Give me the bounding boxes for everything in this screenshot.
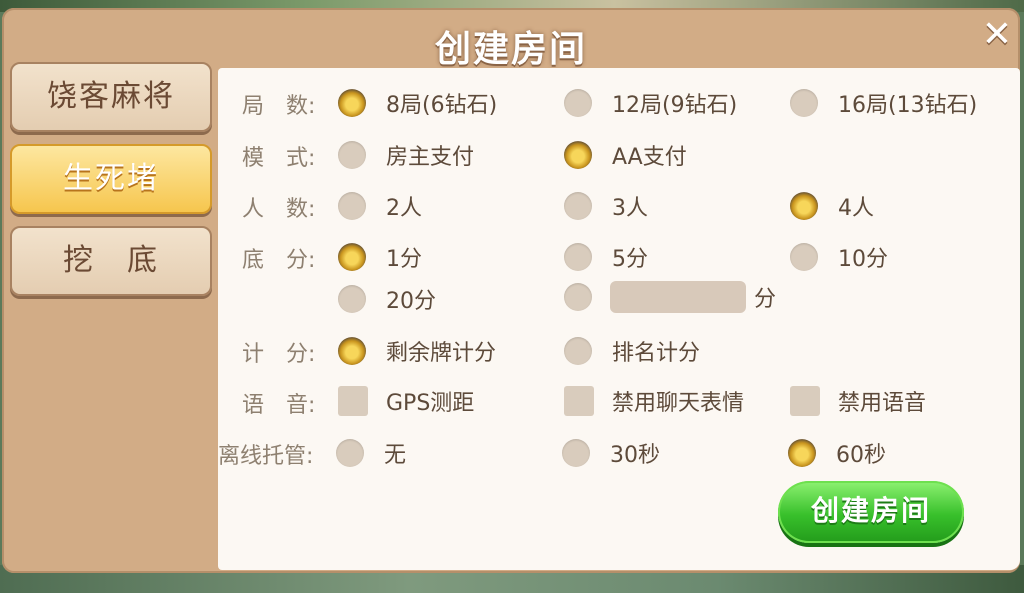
radio-icon [338, 285, 366, 313]
players-option-4[interactable]: 4人 [790, 190, 874, 222]
option-label: 10分 [838, 247, 888, 272]
radio-selected-icon [338, 89, 366, 117]
radio-icon [564, 337, 592, 365]
custom-score-unit: 分 [754, 287, 777, 312]
option-label: 30秒 [610, 443, 660, 468]
voice-option-gps[interactable]: GPS测距 [338, 385, 474, 417]
option-label: 1分 [386, 247, 422, 272]
option-label: GPS测距 [386, 391, 475, 416]
rounds-option-16[interactable]: 16局(13钻石) [790, 87, 977, 119]
radio-icon [564, 192, 592, 220]
radio-icon [564, 283, 592, 311]
radio-icon [564, 89, 592, 117]
option-label: 4人 [838, 196, 874, 221]
radio-selected-icon [790, 192, 818, 220]
option-label: 16局(13钻石) [838, 93, 978, 118]
mode-label: 模 式: [242, 146, 316, 171]
option-label: 3人 [612, 196, 648, 221]
rounds-option-12[interactable]: 12局(9钻石) [564, 87, 737, 119]
option-label: 2人 [386, 196, 422, 221]
option-label: 5分 [612, 247, 648, 272]
base-option-1[interactable]: 1分 [338, 241, 422, 273]
voice-label: 语 音: [242, 393, 316, 418]
radio-selected-icon [338, 337, 366, 365]
radio-icon [790, 89, 818, 117]
scoring-label: 计 分: [242, 342, 316, 367]
option-label: AA支付 [612, 145, 687, 170]
tab-wadi[interactable]: 挖 底 [10, 226, 212, 296]
checkbox-icon [338, 386, 368, 416]
base-option-10[interactable]: 10分 [790, 241, 888, 273]
rounds-option-8[interactable]: 8局(6钻石) [338, 87, 497, 119]
base-option-20[interactable]: 20分 [338, 283, 436, 315]
base-score-label: 底 分: [242, 248, 316, 273]
radio-selected-icon [788, 439, 816, 467]
close-icon[interactable]: ✕ [980, 17, 1014, 53]
option-label: 无 [384, 443, 407, 468]
players-option-2[interactable]: 2人 [338, 190, 422, 222]
offline-label: 离线托管: [218, 444, 314, 469]
radio-icon [790, 243, 818, 271]
radio-icon [562, 439, 590, 467]
option-label: 60秒 [836, 443, 886, 468]
option-label: 8局(6钻石) [386, 93, 498, 118]
option-label: 禁用语音 [838, 391, 927, 416]
checkbox-icon [564, 386, 594, 416]
option-label: 禁用聊天表情 [612, 391, 745, 416]
option-label: 剩余牌计分 [386, 341, 497, 366]
option-label: 房主支付 [386, 145, 475, 170]
voice-option-disable-emoji[interactable]: 禁用聊天表情 [564, 385, 744, 417]
radio-icon [564, 243, 592, 271]
tab-raoke-mahjong[interactable]: 饶客麻将 [10, 62, 212, 132]
custom-score-input[interactable] [610, 281, 746, 313]
create-room-button[interactable]: 创建房间 [778, 481, 964, 543]
base-option-5[interactable]: 5分 [564, 241, 648, 273]
radio-icon [336, 439, 364, 467]
tab-shengsidu[interactable]: 生死堵 [10, 144, 212, 214]
checkbox-icon [790, 386, 820, 416]
option-label: 12局(9钻石) [612, 93, 738, 118]
offline-option-60s[interactable]: 60秒 [788, 437, 886, 469]
mode-option-aa-pay[interactable]: AA支付 [564, 139, 687, 171]
mode-option-owner-pay[interactable]: 房主支付 [338, 139, 474, 171]
radio-selected-icon [338, 243, 366, 271]
offline-option-none[interactable]: 无 [336, 437, 406, 469]
scoring-option-rank[interactable]: 排名计分 [564, 335, 700, 367]
radio-icon [338, 192, 366, 220]
option-label: 排名计分 [612, 341, 701, 366]
option-label: 20分 [386, 289, 436, 314]
radio-selected-icon [564, 141, 592, 169]
scoring-option-remaining[interactable]: 剩余牌计分 [338, 335, 496, 367]
rounds-label: 局 数: [242, 94, 316, 119]
voice-option-disable-voice[interactable]: 禁用语音 [790, 385, 926, 417]
base-option-custom[interactable]: 分 [564, 281, 776, 313]
players-label: 人 数: [242, 197, 316, 222]
players-option-3[interactable]: 3人 [564, 190, 648, 222]
radio-icon [338, 141, 366, 169]
offline-option-30s[interactable]: 30秒 [562, 437, 660, 469]
